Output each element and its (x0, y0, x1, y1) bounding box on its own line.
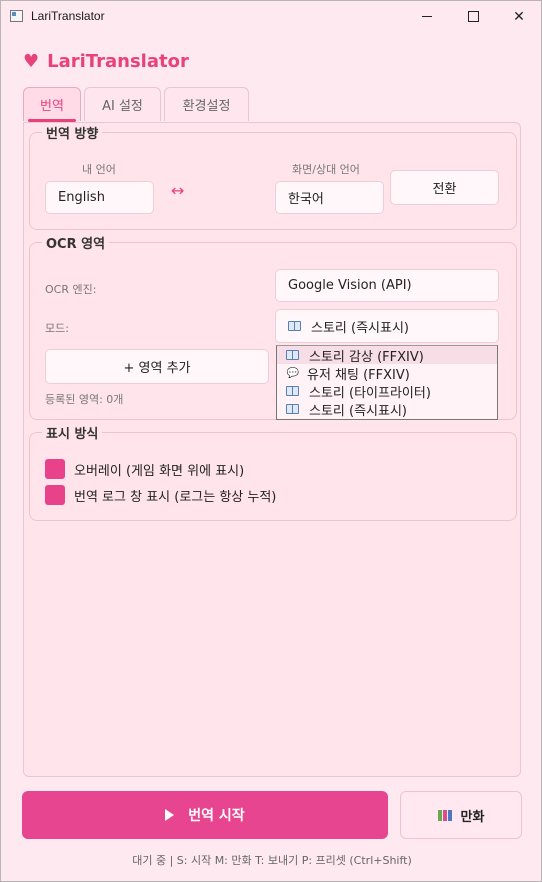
mode-option-label: 유저 채팅 (FFXIV) (307, 367, 410, 383)
book-icon (286, 386, 299, 396)
mode-option[interactable]: 스토리 (즉시표시) (277, 400, 497, 419)
mode-select[interactable]: 스토리 (즉시표시) (275, 309, 499, 343)
direction-group-title: 번역 방향 (42, 123, 103, 142)
manga-button[interactable]: 만화 (400, 791, 522, 839)
mode-dropdown-list[interactable]: 스토리 감상 (FFXIV) 💬 유저 채팅 (FFXIV) 스토리 (타이프라… (276, 345, 498, 420)
tab-label: 환경설정 (182, 99, 231, 114)
ocr-engine-value: Google Vision (API) (288, 278, 412, 293)
overlay-label: 오버레이 (게임 화면 위에 표시) (74, 463, 245, 479)
manga-label: 만화 (460, 809, 485, 825)
mode-option-label: 스토리 (타이프라이터) (309, 385, 431, 401)
maximize-button[interactable] (450, 1, 496, 32)
app-name: LariTranslator (47, 51, 189, 72)
log-checkbox[interactable] (45, 485, 65, 505)
start-translation-label: 번역 시작 (188, 808, 245, 824)
log-checkbox-row[interactable]: 번역 로그 창 표시 (로그는 항상 누적) (45, 485, 276, 505)
add-region-button[interactable]: + 영역 추가 (45, 349, 269, 384)
book-icon (286, 404, 299, 414)
display-group-title: 표시 방식 (42, 423, 103, 442)
minimize-button[interactable] (404, 1, 450, 32)
target-language-select[interactable]: 한국어 (275, 181, 384, 214)
target-language-label: 화면/상대 언어 (292, 163, 360, 176)
maximize-icon (467, 11, 479, 22)
minimize-icon (422, 16, 432, 17)
target-language-value: 한국어 (288, 192, 324, 207)
tab-translate[interactable]: 번역 (23, 87, 81, 122)
mode-option[interactable]: 스토리 (타이프라이터) (277, 382, 497, 401)
overlay-checkbox[interactable] (45, 459, 65, 479)
log-label: 번역 로그 창 표시 (로그는 항상 누적) (74, 489, 277, 505)
tab-ai-settings[interactable]: AI 설정 (84, 87, 161, 121)
book-icon (286, 350, 299, 360)
add-region-label: + 영역 추가 (123, 361, 191, 376)
status-bar: 대기 중 | S: 시작 M: 만화 T: 보내기 P: 프리셋 (Ctrl+S… (132, 854, 412, 867)
start-translation-button[interactable]: 번역 시작 (22, 791, 388, 839)
mode-option-label: 스토리 감상 (FFXIV) (309, 349, 424, 365)
mode-option[interactable]: 스토리 감상 (FFXIV) (277, 346, 497, 365)
heart-icon: ♥ (23, 50, 40, 72)
swap-arrow-icon: ↔ (171, 181, 185, 200)
my-language-value: English (58, 190, 105, 205)
close-button[interactable]: ✕ (496, 1, 542, 32)
switch-button-label: 전환 (432, 182, 457, 197)
books-icon (437, 809, 452, 821)
play-icon (165, 809, 175, 821)
mode-value: 스토리 (즉시표시) (311, 320, 409, 336)
window-title: LariTranslator (31, 9, 105, 23)
tab-preferences[interactable]: 환경설정 (164, 87, 249, 121)
registered-regions-text: 등록된 영역: 0개 (45, 393, 124, 406)
tab-label: AI 설정 (102, 99, 143, 114)
app-window: LariTranslator ✕ ♥ LariTranslator 번역 AI … (0, 0, 542, 882)
ocr-engine-label: OCR 엔진: (45, 283, 97, 296)
app-header: ♥ LariTranslator (23, 51, 189, 72)
my-language-select[interactable]: English (45, 181, 154, 214)
tab-label: 번역 (40, 99, 64, 114)
mode-option[interactable]: 💬 유저 채팅 (FFXIV) (277, 364, 497, 383)
mode-option-label: 스토리 (즉시표시) (309, 403, 407, 419)
overlay-checkbox-row[interactable]: 오버레이 (게임 화면 위에 표시) (45, 459, 244, 479)
title-bar: LariTranslator ✕ (1, 1, 541, 32)
ocr-group-title: OCR 영역 (42, 233, 110, 252)
book-icon (288, 321, 301, 331)
close-icon: ✕ (513, 8, 525, 25)
switch-button[interactable]: 전환 (390, 170, 499, 205)
app-icon (10, 10, 23, 22)
mode-label: 모드: (45, 322, 69, 335)
chat-bubble-icon: 💬 (286, 367, 300, 379)
ocr-engine-select[interactable]: Google Vision (API) (275, 269, 499, 302)
my-language-label: 내 언어 (82, 163, 116, 176)
